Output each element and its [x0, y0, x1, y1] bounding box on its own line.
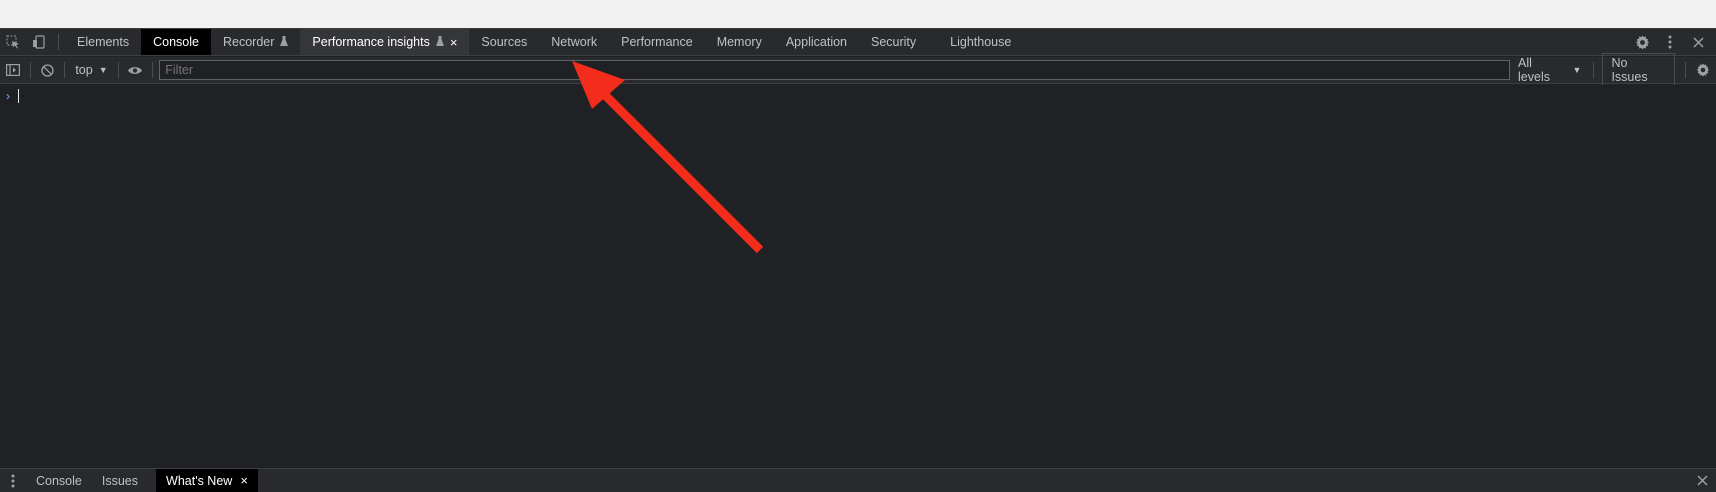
inspect-element-icon[interactable] — [0, 29, 26, 55]
toolbar-divider — [29, 62, 31, 78]
tab-performance-insights[interactable]: Performance insights × — [300, 29, 470, 55]
tab-label: Performance — [621, 35, 693, 49]
gear-icon[interactable] — [1690, 57, 1716, 84]
tab-label: Network — [551, 35, 598, 49]
drawer-tab-issues[interactable]: Issues — [92, 469, 148, 492]
prompt-chevron-icon: › — [6, 89, 10, 103]
close-tab-icon[interactable]: × — [240, 473, 248, 488]
tab-console[interactable]: Console — [141, 29, 211, 55]
tab-bar-divider — [58, 34, 59, 50]
issues-button[interactable]: No Issues — [1602, 53, 1676, 87]
toolbar-divider — [1685, 62, 1687, 78]
sidebar-toggle-icon[interactable] — [0, 57, 26, 84]
tab-bar-spacer — [1023, 29, 1615, 55]
caret-down-icon: ▼ — [98, 65, 108, 75]
browser-top-strip — [0, 0, 1716, 29]
console-toolbar: top ▼ All levels ▼ No Issues — [0, 53, 1716, 87]
tab-label: Recorder — [222, 35, 275, 49]
tab-label: Elements — [77, 35, 130, 49]
tab-lighthouse[interactable]: Lighthouse — [928, 29, 1023, 55]
gear-icon[interactable] — [1628, 34, 1656, 50]
toolbar-divider — [117, 62, 119, 78]
tab-memory[interactable]: Memory — [705, 29, 774, 55]
console-output-area[interactable]: › — [0, 85, 1716, 467]
filter-input[interactable] — [159, 60, 1511, 80]
tab-label: Application — [785, 35, 847, 49]
drawer-tab-label: Console — [36, 473, 82, 488]
caret-down-icon: ▼ — [1572, 65, 1582, 75]
devtools-tab-bar: Elements Console Recorder Performance in… — [0, 29, 1716, 56]
more-vertical-icon[interactable] — [0, 469, 26, 492]
console-prompt[interactable]: › — [6, 89, 19, 103]
close-icon[interactable] — [1688, 469, 1716, 492]
clear-console-icon[interactable] — [35, 57, 61, 84]
tab-network[interactable]: Network — [539, 29, 609, 55]
more-vertical-icon[interactable] — [1656, 35, 1684, 49]
text-cursor — [18, 89, 19, 103]
tab-label: Sources — [481, 35, 528, 49]
close-tab-icon[interactable]: × — [450, 35, 458, 50]
flask-icon — [435, 35, 444, 49]
tab-label: Console — [153, 35, 199, 49]
tab-label: Performance insights — [312, 35, 430, 49]
drawer-spacer — [258, 469, 1688, 492]
levels-label: All levels — [1518, 56, 1550, 84]
context-selector[interactable]: top ▼ — [69, 63, 113, 77]
drawer-tab-label: What's New — [166, 473, 233, 488]
drawer-tab-whats-new[interactable]: What's New × — [156, 469, 258, 492]
tab-elements[interactable]: Elements — [65, 29, 141, 55]
tab-application[interactable]: Application — [774, 29, 859, 55]
tab-bar-actions — [1615, 29, 1716, 55]
tab-label: Security — [871, 35, 917, 49]
drawer-tab-bar: Console Issues What's New × — [0, 468, 1716, 492]
toolbar-divider — [1593, 62, 1595, 78]
tab-recorder[interactable]: Recorder — [211, 29, 300, 55]
drawer-tab-label: Issues — [101, 473, 139, 488]
tab-performance[interactable]: Performance — [609, 29, 705, 55]
context-label: top — [75, 63, 93, 77]
close-icon[interactable] — [1684, 36, 1712, 48]
device-toolbar-icon[interactable] — [26, 29, 52, 55]
tab-label: Memory — [716, 35, 762, 49]
log-levels-dropdown[interactable]: All levels ▼ — [1510, 56, 1589, 84]
live-expression-eye-icon[interactable] — [123, 57, 149, 84]
tab-label: Lighthouse — [950, 35, 1012, 49]
toolbar-divider — [152, 62, 154, 78]
tab-sources[interactable]: Sources — [469, 29, 539, 55]
toolbar-divider — [64, 62, 66, 78]
tab-security[interactable]: Security — [859, 29, 928, 55]
drawer-tab-console[interactable]: Console — [26, 469, 92, 492]
flask-icon — [280, 35, 289, 49]
